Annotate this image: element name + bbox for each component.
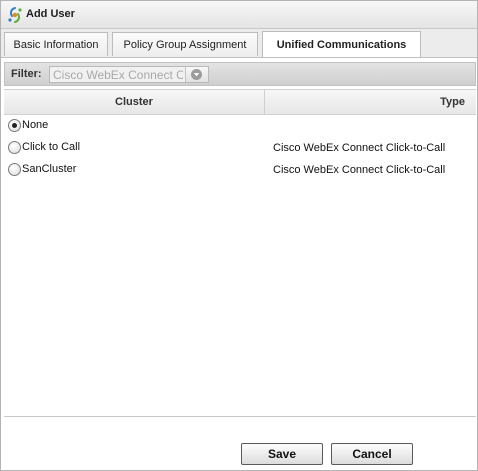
table-row[interactable]: Click to Call Cisco WebEx Connect Click-… xyxy=(4,138,476,158)
tab-label: Unified Communications xyxy=(276,39,407,51)
cluster-name: Click to Call xyxy=(22,141,81,153)
table-row[interactable]: None xyxy=(4,116,476,136)
column-header-cluster[interactable]: Cluster xyxy=(4,90,265,114)
tab-label: Policy Group Assignment xyxy=(123,39,247,51)
connect-logo-icon xyxy=(7,6,23,24)
filter-select[interactable]: Cisco WebEx Connect Click-to-Call xyxy=(49,66,209,83)
dialog-titlebar: Add User xyxy=(1,1,477,29)
cluster-radio-click-to-call[interactable] xyxy=(8,141,21,154)
tab-label: Basic Information xyxy=(13,39,99,51)
table-row[interactable]: SanCluster Cisco WebEx Connect Click-to-… xyxy=(4,160,476,180)
tab-bar: Basic Information Policy Group Assignmen… xyxy=(1,29,477,58)
filter-dropdown-button[interactable] xyxy=(185,67,208,82)
cluster-name: SanCluster xyxy=(22,163,77,175)
cluster-type: Cisco WebEx Connect Click-to-Call xyxy=(273,164,446,176)
filter-bar: Filter: Cisco WebEx Connect Click-to-Cal… xyxy=(4,62,476,86)
filter-value: Cisco WebEx Connect Click-to-Call xyxy=(53,68,183,82)
add-user-dialog: Add User Basic Information Policy Group … xyxy=(0,0,478,471)
cancel-button[interactable]: Cancel xyxy=(331,443,413,465)
cluster-radio-sancluster[interactable] xyxy=(8,163,21,176)
save-button[interactable]: Save xyxy=(241,443,323,465)
tab-basic-information[interactable]: Basic Information xyxy=(4,32,108,56)
cluster-name: None xyxy=(22,119,49,131)
tab-policy-group-assignment[interactable]: Policy Group Assignment xyxy=(112,32,258,56)
list-divider xyxy=(4,416,476,417)
dialog-title: Add User xyxy=(26,8,75,20)
column-header-type[interactable]: Type xyxy=(265,90,465,114)
filter-label: Filter: xyxy=(11,68,42,80)
tab-unified-communications[interactable]: Unified Communications xyxy=(262,31,421,57)
cluster-type: Cisco WebEx Connect Click-to-Call xyxy=(273,142,446,154)
cluster-radio-none[interactable] xyxy=(8,119,21,132)
grid-header: Cluster Type xyxy=(4,89,476,115)
